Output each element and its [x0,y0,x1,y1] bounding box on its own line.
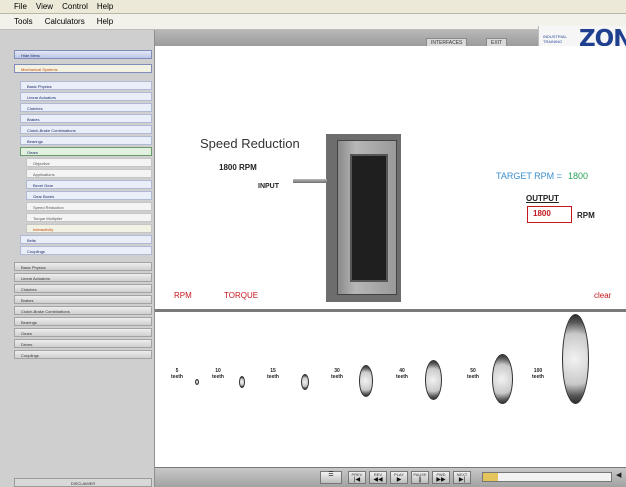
gear-10-teeth[interactable] [239,376,245,388]
sidebar-item-bearings-2[interactable]: Bearings [14,317,152,326]
menu-toggle-button[interactable]: ☰ [320,471,342,484]
progress-fill [483,473,499,481]
target-rpm-label: TARGET RPM = [496,171,562,181]
input-rpm-readout: 1800 RPM [219,163,257,172]
gear-100-teeth[interactable] [562,314,589,404]
gear-label-50: 50 teeth [467,368,479,380]
target-rpm: TARGET RPM = 1800 [496,171,588,181]
menu-control[interactable]: Control [62,2,88,11]
playback-bar: ☰ PREV |◀ REV ◀◀ PLAY ▶ PAUSE || FWD ▶▶ NEXT ▶… [155,467,626,487]
disclaimer-button[interactable]: DISCLAIMER [14,478,152,487]
sidebar-item-mechanical-systems[interactable]: Mechanical Systems [14,64,152,73]
gear-5-teeth[interactable] [195,379,199,385]
play-icon: ▶ [396,477,402,483]
output-label: OUTPUT [526,194,559,203]
gear-50-teeth[interactable] [492,354,513,404]
gear-label-100: 100 teeth [532,368,544,380]
sidebar-item-bearings[interactable]: Bearings [20,136,152,145]
sidebar-item-brakes-2[interactable]: Brakes [14,295,152,304]
gear-40-unit: teeth [396,374,408,380]
rev-icon: ◀◀ [373,477,383,483]
sidebar-item-drives[interactable]: Drives [14,339,152,348]
tab-torque[interactable]: TORQUE [224,291,258,300]
output-rpm-unit: RPM [577,211,595,220]
sidebar-item-clutches[interactable]: Clutches [20,103,152,112]
clear-button[interactable]: clear [594,291,611,300]
sidebar-item-clutch-brake-2[interactable]: Clutch-Brake Combinations [14,306,152,315]
sidebar-item-linear-actuators[interactable]: Linear Actuators [20,92,152,101]
menu-help[interactable]: Help [97,2,113,11]
gear-label-30: 30 teeth [331,368,343,380]
gear-label-15: 15 teeth [267,368,279,380]
pause-button[interactable]: PAUSE || [411,471,429,484]
menu-file[interactable]: File [14,2,27,11]
pause-icon: || [418,477,422,483]
sidebar-item-bevel-gear[interactable]: Bevel Gear [26,180,152,189]
app-window: File View Control Help Tools Calculators… [0,0,626,487]
sidebar-item-gears[interactable]: Gears [20,147,152,156]
prev-button[interactable]: PREV |◀ [348,471,366,484]
sidebar-item-applications[interactable]: Applications [26,169,152,178]
sidebar-item-gears-2[interactable]: Gears [14,328,152,337]
sidebar-item-gear-boxes[interactable]: Gear Boxes [26,191,152,200]
sidebar-item-interactivity[interactable]: Interactivity [26,224,152,233]
input-shaft [293,179,327,183]
main-panel: Speed Reduction 1800 RPM INPUT TARGET RP… [155,46,626,309]
sidebar-item-objective[interactable]: Objective [26,158,152,167]
gear-50-unit: teeth [467,374,479,380]
fwd-button[interactable]: FWD ▶▶ [432,471,450,484]
logo-brand: INDUSTRIAL TRAINING [543,34,567,44]
sidebar: Hide Menu Mechanical Systems Basic Physi… [0,30,155,487]
sidebar-item-couplings[interactable]: Couplings [20,246,152,255]
menu-toggle-icon: ☰ [328,472,334,478]
next-icon: ▶| [458,477,466,483]
sidebar-item-basic-physics-2[interactable]: Basic Physics [14,262,152,271]
gear-40-teeth[interactable] [425,360,442,400]
sidebar-item-speed-reduction[interactable]: Speed Reduction [26,202,152,211]
output-rpm-field: 1800 [527,206,572,223]
secondary-menu-bar: Tools Calculators Help [0,14,626,30]
tab-rpm[interactable]: RPM [174,291,192,300]
sidebar-item-brakes[interactable]: Brakes [20,114,152,123]
sidebar-item-linear-actuators-2[interactable]: Linear Actuators [14,273,152,282]
sidebar-item-belts[interactable]: Belts [20,235,152,244]
target-rpm-value: 1800 [567,171,588,181]
gear-10-unit: teeth [212,374,224,380]
play-button[interactable]: PLAY ▶ [390,471,408,484]
sidebar-item-clutches-2[interactable]: Clutches [14,284,152,293]
menu-tools[interactable]: Tools [14,17,33,26]
sidebar-item-clutch-brake[interactable]: Clutch-Brake Combinations [20,125,152,134]
gear-label-5: 5 teeth [171,368,183,380]
menu-bar: File View Control Help [0,0,626,14]
menu-calculators[interactable]: Calculators [45,17,85,26]
gearbox-drop-slot[interactable] [350,154,388,282]
volume-icon[interactable]: ◀ [616,471,625,484]
sidebar-item-hide-menu[interactable]: Hide Menu [14,50,152,59]
sidebar-item-basic-physics[interactable]: Basic Physics [20,81,152,90]
gear-30-teeth[interactable] [359,365,373,397]
gear-15-unit: teeth [267,374,279,380]
menu-view[interactable]: View [36,2,53,11]
menu-help-2[interactable]: Help [97,17,113,26]
sidebar-item-couplings-2[interactable]: Couplings [14,350,152,359]
gear-tray: 5 teeth 10 teeth 15 teeth 30 teeth 40 teeth 5… [155,312,626,467]
gear-label-40: 40 teeth [396,368,408,380]
prev-icon: |◀ [353,477,361,483]
input-label: INPUT [258,183,279,190]
next-button[interactable]: NEXT ▶| [453,471,471,484]
fwd-icon: ▶▶ [436,477,446,483]
gear-30-unit: teeth [331,374,343,380]
rev-button[interactable]: REV ◀◀ [369,471,387,484]
progress-bar[interactable] [482,472,612,482]
gear-100-unit: teeth [532,374,544,380]
gear-15-teeth[interactable] [301,374,309,390]
sidebar-item-torque-multiplier[interactable]: Torque Multiplier [26,213,152,222]
page-title: Speed Reduction [200,136,300,151]
gear-label-10: 10 teeth [212,368,224,380]
gear-5-unit: teeth [171,374,183,380]
